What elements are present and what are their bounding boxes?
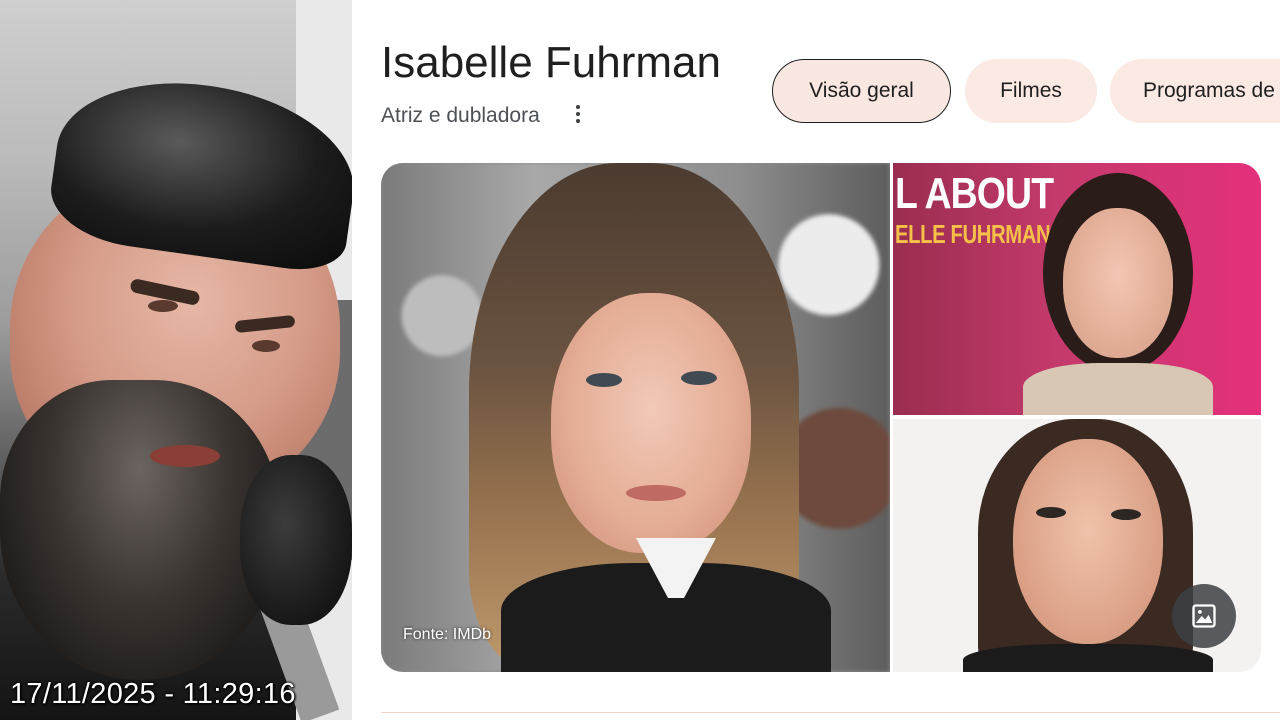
presenter-eye-left [148,300,178,312]
tab-overview[interactable]: Visão geral [772,59,951,123]
main-image-lips [626,485,686,501]
image-icon [1192,604,1216,628]
main-image-face [551,293,751,553]
section-divider [381,712,1280,713]
tab-tv-shows[interactable]: Programas de [1110,59,1280,123]
presenter-mouth [150,445,220,467]
microphone [240,455,352,625]
banner-text-line1: L ABOUT [895,169,1054,218]
secondary-image-bottom-eye-right [1111,509,1141,520]
entity-title: Isabelle Fuhrman [381,38,721,87]
webcam-overlay [0,0,352,720]
main-image-eye-right [681,371,717,385]
knowledge-panel: Isabelle Fuhrman Atriz e dubladora Visão… [352,0,1280,720]
tab-films[interactable]: Filmes [965,59,1097,123]
secondary-image-top-face [1063,208,1173,358]
image-gallery-icon[interactable] [1172,584,1236,648]
timestamp-overlay: 17/11/2025 - 11:29:16 [10,678,296,710]
presenter-beard [0,380,280,680]
secondary-image-bottom-top [963,644,1213,672]
presenter-eye-right [252,340,280,352]
secondary-image-top-dress [1023,363,1213,415]
more-vert-icon[interactable] [566,98,590,130]
tab-films-label: Filmes [1000,79,1062,102]
main-image-eye-left [586,373,622,387]
main-image[interactable]: Fonte: IMDb [381,163,890,672]
secondary-image-top[interactable]: L ABOUT ELLE FUHRMAN [893,163,1261,415]
entity-subtitle: Atriz e dubladora [381,104,540,127]
tab-tv-shows-label: Programas de [1143,79,1275,102]
secondary-image-bottom-eye-left [1036,507,1066,518]
banner-text-line2: ELLE FUHRMAN [895,219,1051,249]
image-source-caption: Fonte: IMDb [403,626,492,643]
tab-overview-label: Visão geral [809,79,914,102]
secondary-image-bottom-face [1013,439,1163,644]
